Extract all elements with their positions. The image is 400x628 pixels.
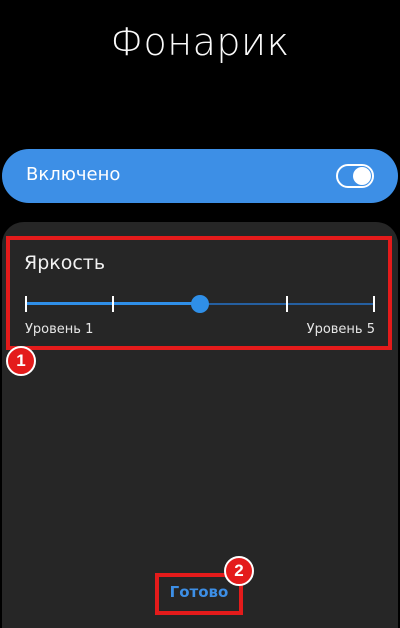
switch-knob (353, 167, 371, 185)
slider-tick (286, 296, 288, 312)
annotation-badge-1: 1 (6, 346, 36, 376)
page-title: Фонарик (110, 20, 290, 64)
done-button[interactable]: Готово (155, 583, 243, 601)
toggle-label: Включено (26, 164, 121, 185)
brightness-title: Яркость (24, 252, 106, 274)
slider-tick (25, 296, 27, 312)
brightness-slider-thumb[interactable] (191, 295, 209, 313)
slider-tick (112, 296, 114, 312)
annotation-badge-2: 2 (224, 556, 254, 586)
level-max-label: Уровень 5 (306, 322, 375, 337)
slider-tick (373, 296, 375, 312)
flashlight-toggle-bar[interactable]: Включено (2, 149, 398, 203)
level-min-label: Уровень 1 (25, 322, 94, 337)
toggle-switch[interactable] (336, 164, 374, 188)
